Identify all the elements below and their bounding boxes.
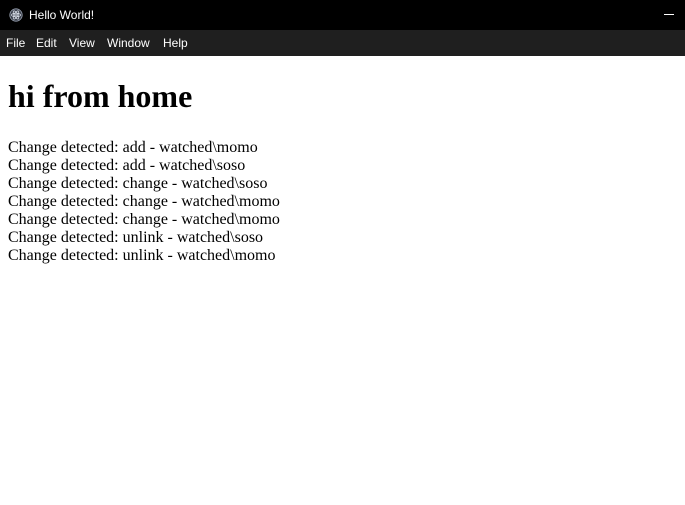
page-heading: hi from home <box>8 78 193 114</box>
log-line: Change detected: add - watched\soso <box>8 157 246 174</box>
title-bar: Hello World! <box>0 0 685 30</box>
log-line: Change detected: change - watched\momo <box>8 193 280 210</box>
menu-view[interactable]: View <box>69 36 95 50</box>
log-line: Change detected: change - watched\soso <box>8 175 268 192</box>
minimize-button[interactable] <box>664 14 674 15</box>
window-title: Hello World! <box>29 8 95 22</box>
log-line: Change detected: unlink - watched\momo <box>8 247 276 264</box>
page-content: hi from home Change detected: add - watc… <box>8 56 678 265</box>
menu-help[interactable]: Help <box>163 36 188 50</box>
electron-icon <box>9 8 23 22</box>
log-line: Change detected: add - watched\momo <box>8 139 258 156</box>
menu-edit[interactable]: Edit <box>36 36 57 50</box>
menu-file[interactable]: File <box>6 36 25 50</box>
log-line: Change detected: change - watched\momo <box>8 211 280 228</box>
change-log: Change detected: add - watched\momo Chan… <box>8 139 678 265</box>
menu-bar: File Edit View Window Help <box>0 30 685 56</box>
menu-window[interactable]: Window <box>107 36 150 50</box>
log-line: Change detected: unlink - watched\soso <box>8 229 264 246</box>
